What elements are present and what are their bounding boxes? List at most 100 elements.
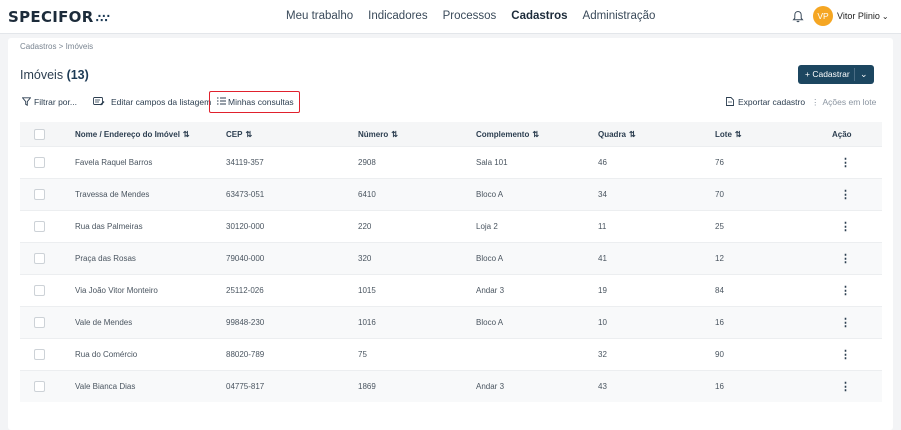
- table-row[interactable]: Rua do Comércio 88020-789 75 32 90 ⋮: [20, 338, 882, 370]
- sort-icon[interactable]: ⇅: [391, 130, 398, 139]
- cell-lote: 90: [715, 350, 724, 359]
- cell-cep: 30120-000: [226, 222, 265, 231]
- cell-lote: 25: [715, 222, 724, 231]
- column-label: Ação: [832, 129, 852, 139]
- main-nav: Meu trabalho Indicadores Processos Cadas…: [286, 10, 670, 22]
- cell-cep: 34119-357: [226, 158, 264, 167]
- row-actions-icon[interactable]: ⋮: [840, 339, 851, 370]
- row-checkbox[interactable]: [34, 179, 45, 210]
- chevron-down-icon[interactable]: ⌄: [860, 65, 868, 84]
- table-row[interactable]: Rua das Palmeiras 30120-000 220 Loja 2 11 25 ⋮: [20, 210, 882, 242]
- nav-item-cadastros[interactable]: Cadastros: [511, 10, 567, 22]
- cell-lote: 16: [715, 318, 724, 327]
- nav-item-indicadores[interactable]: Indicadores: [368, 10, 427, 22]
- cell-complemento: Sala 101: [476, 158, 508, 167]
- logo-text: SPECIFOR: [8, 8, 94, 26]
- row-checkbox[interactable]: [34, 339, 45, 370]
- row-checkbox[interactable]: [34, 307, 45, 338]
- cell-cep: 04775-817: [226, 382, 265, 391]
- sort-icon[interactable]: ⇅: [532, 130, 539, 139]
- cell-quadra: 32: [598, 350, 607, 359]
- sort-icon[interactable]: ⇅: [629, 130, 636, 139]
- highlight-box: [209, 91, 300, 113]
- row-actions-icon[interactable]: ⋮: [840, 275, 851, 306]
- record-count: (13): [66, 68, 89, 82]
- column-header-complemento[interactable]: Complemento ⇅: [476, 122, 539, 146]
- row-checkbox[interactable]: [34, 147, 45, 178]
- column-header-quadra[interactable]: Quadra ⇅: [598, 122, 636, 146]
- cell-numero: 1869: [358, 382, 376, 391]
- page-title-text: Imóveis: [20, 68, 64, 82]
- column-label: Lote: [715, 129, 732, 139]
- column-label: Quadra: [598, 129, 627, 139]
- cell-quadra: 41: [598, 254, 607, 263]
- row-actions-icon[interactable]: ⋮: [840, 147, 851, 178]
- table-row[interactable]: Travessa de Mendes 63473-051 6410 Bloco A 34…: [20, 178, 882, 210]
- row-actions-icon[interactable]: ⋮: [840, 307, 851, 338]
- filter-icon: [21, 97, 32, 106]
- export-button[interactable]: Exportar cadastro: [726, 97, 805, 107]
- cell-complemento: Andar 3: [476, 382, 505, 391]
- filter-button[interactable]: Filtrar por...: [21, 97, 77, 107]
- user-menu[interactable]: Vitor Plinio ⌄: [837, 11, 889, 21]
- sort-icon[interactable]: ⇅: [735, 130, 742, 139]
- row-checkbox[interactable]: [34, 211, 45, 242]
- cell-nome: Favela Raquel Barros: [75, 158, 153, 167]
- edit-list-icon: [93, 97, 105, 106]
- cadastrar-button[interactable]: + Cadastrar ⌄: [798, 65, 874, 84]
- logo-mark: ∴∵: [95, 12, 110, 25]
- column-label: Número: [358, 129, 389, 139]
- app-logo[interactable]: SPECIFOR ∴∵: [8, 8, 110, 26]
- chevron-down-icon: ⌄: [881, 12, 889, 21]
- row-actions-icon[interactable]: ⋮: [840, 179, 851, 210]
- properties-table: Nome / Endereço do Imóvel ⇅ CEP ⇅ Número ⇅ …: [20, 122, 882, 402]
- cell-cep: 63473-051: [226, 190, 265, 199]
- edit-fields-button[interactable]: Editar campos da listagem: [93, 97, 211, 107]
- row-actions-icon[interactable]: ⋮: [840, 243, 851, 274]
- table-row[interactable]: Vale Bianca Dias 04775-817 1869 Andar 3 43 16…: [20, 370, 882, 402]
- cell-cep: 79040-000: [226, 254, 265, 263]
- nav-item-meu-trabalho[interactable]: Meu trabalho: [286, 10, 353, 22]
- cell-nome: Travessa de Mendes: [75, 190, 150, 199]
- column-header-numero[interactable]: Número ⇅: [358, 122, 398, 146]
- sort-icon[interactable]: ⇅: [183, 130, 190, 139]
- column-label: Nome / Endereço do Imóvel: [75, 129, 180, 139]
- cell-complemento: Bloco A: [476, 190, 504, 199]
- vertical-dots-icon: ⋮: [811, 97, 820, 107]
- cell-numero: 2908: [358, 158, 376, 167]
- avatar[interactable]: VP: [813, 6, 833, 26]
- cell-quadra: 34: [598, 190, 607, 199]
- table-row[interactable]: Praça das Rosas 79040-000 320 Bloco A 41 12 ⋮: [20, 242, 882, 274]
- cell-numero: 1016: [358, 318, 376, 327]
- page-title: Imóveis (13): [20, 68, 89, 82]
- row-actions-icon[interactable]: ⋮: [840, 211, 851, 242]
- row-checkbox[interactable]: [34, 243, 45, 274]
- column-label: CEP: [226, 129, 243, 139]
- document-icon: [726, 97, 734, 106]
- row-checkbox[interactable]: [34, 371, 45, 402]
- column-header-lote[interactable]: Lote ⇅: [715, 122, 742, 146]
- cell-complemento: Bloco A: [476, 254, 504, 263]
- cell-numero: 320: [358, 254, 372, 263]
- column-header-cep[interactable]: CEP ⇅: [226, 122, 252, 146]
- table-row[interactable]: Vale de Mendes 99848-230 1016 Bloco A 10 16 ⋮: [20, 306, 882, 338]
- breadcrumb[interactable]: Cadastros > Imóveis: [20, 42, 93, 51]
- sort-icon[interactable]: ⇅: [245, 130, 252, 139]
- column-header-nome[interactable]: Nome / Endereço do Imóvel ⇅: [75, 122, 190, 146]
- cell-complemento: Bloco A: [476, 318, 504, 327]
- row-actions-icon[interactable]: ⋮: [840, 371, 851, 402]
- table-row[interactable]: Favela Raquel Barros 34119-357 2908 Sala 10…: [20, 146, 882, 178]
- nav-item-administracao[interactable]: Administração: [583, 10, 656, 22]
- select-all-checkbox[interactable]: [34, 122, 45, 146]
- row-checkbox[interactable]: [34, 275, 45, 306]
- cell-lote: 12: [715, 254, 724, 263]
- bulk-actions-button[interactable]: ⋮ Ações em lote: [811, 97, 876, 108]
- filter-label: Filtrar por...: [34, 97, 77, 107]
- bell-icon[interactable]: [792, 10, 804, 23]
- cell-cep: 25112-026: [226, 286, 264, 295]
- main-panel: Cadastros > Imóveis Imóveis (13) + Cadas…: [8, 38, 893, 430]
- cell-cep: 99848-230: [226, 318, 265, 327]
- cell-numero: 220: [358, 222, 372, 231]
- nav-item-processos[interactable]: Processos: [443, 10, 497, 22]
- table-row[interactable]: Via João Vitor Monteiro 25112-026 1015 Anda…: [20, 274, 882, 306]
